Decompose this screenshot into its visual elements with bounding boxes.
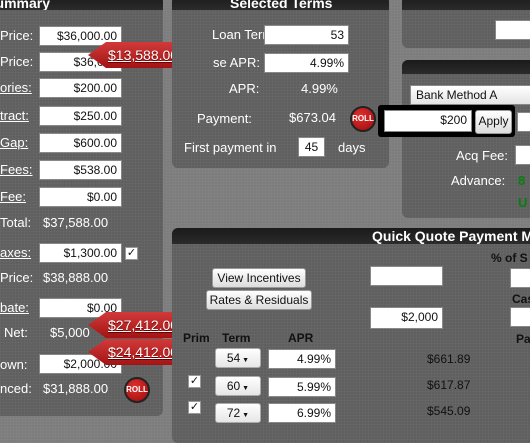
quote-payment: $617.87 — [427, 378, 471, 392]
bank-method-select[interactable]: Bank Method A — [410, 85, 530, 105]
term-select[interactable]: 72 ▼ — [215, 403, 261, 423]
summary-label-taxes[interactable]: axes: — [0, 245, 31, 260]
days-label: days — [338, 140, 366, 155]
quick-quote-down-field[interactable]: $2,000 — [370, 307, 443, 329]
terms-header: Selected Terms — [172, 0, 389, 10]
term-select[interactable]: 54 ▼ — [215, 348, 261, 368]
advance-label: Advance: — [451, 173, 506, 188]
summary-header: Summary — [0, 0, 163, 10]
summary-label-price-2: Price: — [0, 54, 34, 69]
summary-net-value: $5,000 — [50, 325, 90, 340]
summary-title: Summary — [0, 0, 50, 10]
summary-fee-field[interactable]: $0.00 — [39, 187, 122, 207]
base-apr-field[interactable]: 4.99% — [264, 53, 349, 73]
summary-total-value: $37,588.00 — [43, 215, 109, 230]
payment-label: Payment: — [197, 111, 252, 126]
top-right-field[interactable] — [495, 20, 530, 40]
taxes-checkbox[interactable]: ✓ — [125, 247, 138, 260]
quote-row-checkbox[interactable]: ✓ — [188, 401, 201, 414]
summary-label-accessories[interactable]: ories: — [0, 80, 32, 95]
apply-amount-field[interactable]: $200 — [384, 110, 472, 132]
summary-label-gap[interactable]: Gap: — [0, 135, 28, 150]
summary-label-fee[interactable]: Fee: — [0, 189, 26, 204]
summary-price3-value: $38,888.00 — [43, 270, 109, 285]
top-right-header — [402, 0, 530, 10]
advance-value: 8 — [518, 173, 526, 188]
acq-fee-label: Acq Fee: — [456, 148, 509, 163]
col-prim-header: Prim — [183, 331, 210, 345]
summary-financed-value: $31,888.00 — [43, 381, 109, 396]
payment-col-label: Pa — [516, 332, 530, 346]
summary-contract-field[interactable]: $250.00 — [39, 106, 122, 126]
summary-gap-field[interactable]: $600.00 — [39, 133, 122, 153]
summary-label-net: Net: — [4, 325, 28, 340]
apr-field[interactable]: 5.99% — [268, 377, 336, 397]
quote-payment: $545.09 — [427, 404, 471, 418]
summary-label-fees[interactable]: Fees: — [0, 162, 33, 177]
chevron-down-icon: ▼ — [240, 412, 250, 419]
payment-roll-button[interactable]: ROLL — [350, 106, 376, 132]
cash-label: Cas — [512, 292, 530, 306]
acq-fee-field[interactable] — [515, 145, 530, 165]
first-payment-label: First payment in — [184, 140, 277, 155]
term-select-value: 54 — [226, 351, 241, 365]
apr-field[interactable]: 4.99% — [268, 349, 336, 369]
summary-taxes-field[interactable]: $1,300.00 — [39, 243, 122, 263]
percent-label: % of S — [491, 251, 528, 265]
summary-label-price: Price: — [0, 28, 34, 43]
apply-button[interactable]: Apply — [475, 110, 512, 134]
apr-field[interactable]: 6.99% — [268, 403, 336, 423]
summary-label-price-3: Price: — [0, 270, 34, 285]
terms-title: Selected Terms — [230, 0, 333, 11]
bank-header — [402, 60, 530, 74]
summary-label-contract[interactable]: tract: — [0, 108, 29, 123]
summary-label-down: own: — [0, 357, 28, 372]
summary-fees-field[interactable]: $538.00 — [39, 160, 122, 180]
summary-accessories-field[interactable]: $200.00 — [39, 78, 122, 98]
base-apr-label: se APR: — [213, 55, 260, 70]
summary-label-rebate[interactable]: bate: — [0, 300, 29, 315]
summary-label-total: Total: — [0, 215, 32, 230]
quick-quote-top-field[interactable] — [370, 266, 443, 286]
quote-payment: $661.89 — [427, 352, 471, 366]
rates-residuals-button[interactable]: Rates & Residuals — [206, 290, 312, 310]
first-payment-days-field[interactable]: 45 — [298, 137, 325, 157]
col-term-header: Term — [222, 331, 251, 345]
term-select-value: 60 — [226, 379, 241, 393]
loan-term-field[interactable]: 53 — [264, 25, 349, 45]
col-apr-header: APR — [288, 331, 314, 345]
advance-status-value: U — [518, 195, 528, 210]
summary-roll-button[interactable]: ROLL — [124, 377, 150, 403]
apr-value: 4.99% — [301, 81, 338, 96]
quick-quote-header: Quick Quote Payment M — [172, 228, 530, 244]
quote-row-checkbox[interactable]: ✓ — [188, 375, 201, 388]
bank-side-field[interactable] — [517, 112, 530, 132]
chevron-down-icon: ▼ — [240, 385, 250, 392]
chevron-down-icon: ▼ — [240, 357, 250, 364]
apr-label: APR: — [229, 81, 260, 96]
summary-label-financed: nced: — [0, 381, 32, 396]
term-select[interactable]: 60 ▼ — [215, 376, 261, 396]
bank-panel — [402, 60, 530, 218]
cash-field[interactable] — [510, 307, 530, 327]
payment-value: $673.04 — [289, 110, 336, 125]
percent-field[interactable] — [510, 268, 530, 288]
term-select-value: 72 — [226, 406, 241, 420]
view-incentives-button[interactable]: View Incentives — [212, 268, 306, 288]
quick-quote-title: Quick Quote Payment M — [372, 228, 530, 244]
